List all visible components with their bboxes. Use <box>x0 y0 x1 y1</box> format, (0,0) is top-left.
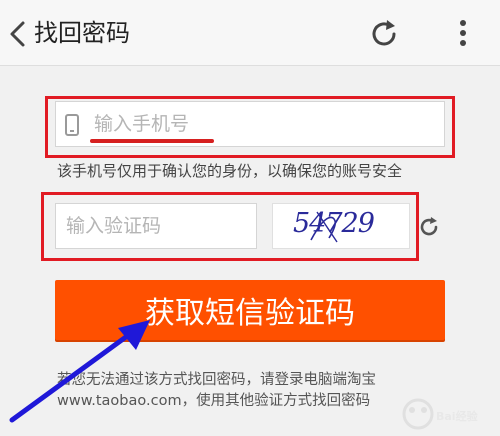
watermark-text: Bai经验 <box>436 410 478 423</box>
refresh-icon[interactable] <box>368 18 400 50</box>
phone-hint: 该手机号仅用于确认您的身份，以确保您的账号安全 <box>57 162 403 180</box>
chevron-left-icon[interactable] <box>6 18 32 50</box>
annotation-box-code <box>41 192 419 261</box>
watermark: Bai经验 <box>396 388 500 436</box>
more-vertical-icon[interactable] <box>451 17 475 49</box>
top-bar: 找回密码 <box>0 0 500 66</box>
annotation-arrow <box>9 320 150 423</box>
annotation-box-phone <box>45 96 455 158</box>
captcha-refresh-icon[interactable] <box>418 216 440 238</box>
page-title: 找回密码 <box>34 19 130 47</box>
